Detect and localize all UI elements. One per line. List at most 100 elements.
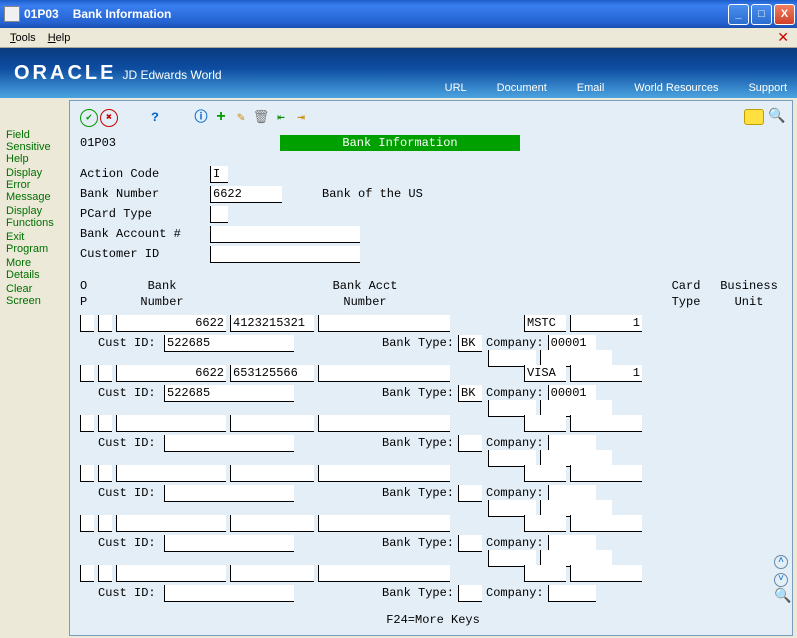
sidebar-item-field-sensitive-help[interactable]: Field Sensitive Help [6,128,63,166]
message-icon[interactable] [744,109,764,125]
link-document[interactable]: Document [497,82,547,94]
close-button[interactable]: X [774,4,795,25]
grid-acct-ext[interactable] [318,565,450,582]
grid-business-unit[interactable] [570,515,642,532]
grid-company[interactable] [548,585,596,602]
grid-x[interactable] [98,415,112,432]
grid-cust-id[interactable] [164,585,294,602]
toolbar: ✔ ✖ ? ⓘ + ✎ 🗑 ⇤ ⇥ 🔍 [80,107,786,129]
label-bank-type: Bank Type: [382,386,454,400]
grid-business-unit[interactable] [570,315,642,332]
grid-card-type[interactable] [524,515,566,532]
scroll-up-icon[interactable]: ˄ [774,555,788,569]
grid-card-type[interactable] [524,365,566,382]
grid-bank-number[interactable] [116,465,226,482]
grid-x[interactable] [98,515,112,532]
scroll-controls: ˄ ˅ 🔍 [774,555,788,605]
grid-cust-id[interactable] [164,335,294,352]
grid-card-type[interactable] [524,565,566,582]
grid-bank-type[interactable] [458,335,482,352]
grid-cust-id[interactable] [164,535,294,552]
edit-icon[interactable]: ✎ [232,109,250,127]
add-icon[interactable]: + [212,109,230,127]
grid-business-unit[interactable] [570,415,642,432]
sidebar-item-exit-program[interactable]: Exit Program [6,230,63,256]
grid-bank-type[interactable] [458,535,482,552]
grid-acct-ext[interactable] [318,415,450,432]
input-customer-id[interactable] [210,246,360,263]
grid-acct-number[interactable] [230,515,314,532]
grid-bank-number[interactable] [116,515,226,532]
grid-card-type[interactable] [524,315,566,332]
maximize-button[interactable]: □ [751,4,772,25]
grid-row [80,463,786,483]
grid-cust-id[interactable] [164,435,294,452]
grid-bank-type[interactable] [458,585,482,602]
grid-x[interactable] [98,565,112,582]
input-pcard-type[interactable] [210,206,228,223]
grid-op[interactable] [80,315,94,332]
grid-bank-number[interactable] [116,315,226,332]
sidebar-item-display-functions[interactable]: Display Functions [6,204,63,230]
link-world-resources[interactable]: World Resources [634,82,718,94]
menu-help[interactable]: Help [42,30,77,46]
grid-acct-ext[interactable] [318,315,450,332]
menu-tools[interactable]: Tools [4,30,42,46]
jde-text: JD Edwards World [122,68,221,82]
search-icon[interactable]: 🔍 [768,109,786,127]
sidebar-item-more-details[interactable]: More Details [6,256,63,282]
sidebar: Field Sensitive Help Display Error Messa… [0,98,69,638]
cancel-icon[interactable]: ✖ [100,109,118,127]
grid-card-type[interactable] [524,465,566,482]
grid-op[interactable] [80,415,94,432]
label-bank-account: Bank Account # [80,227,210,241]
grid-x[interactable] [98,465,112,482]
grid-card-type[interactable] [524,415,566,432]
info-icon[interactable]: ⓘ [192,109,210,127]
link-email[interactable]: Email [577,82,605,94]
sidebar-item-clear-screen[interactable]: Clear Screen [6,282,63,308]
link-url[interactable]: URL [445,82,467,94]
grid-acct-number[interactable] [230,465,314,482]
grid-acct-ext[interactable] [318,365,450,382]
grid-acct-number[interactable] [230,565,314,582]
link-support[interactable]: Support [748,82,787,94]
grid-cust-id[interactable] [164,385,294,402]
grid-op[interactable] [80,365,94,382]
accept-icon[interactable]: ✔ [80,109,98,127]
grid-x[interactable] [98,365,112,382]
grid-bank-type[interactable] [458,435,482,452]
grid-business-unit[interactable] [570,565,642,582]
grid-bank-type[interactable] [458,385,482,402]
grid-bank-type[interactable] [458,485,482,502]
grid-op[interactable] [80,465,94,482]
grid-op[interactable] [80,515,94,532]
grid-acct-number[interactable] [230,365,314,382]
minimize-button[interactable]: _ [728,4,749,25]
export-icon[interactable]: ⇤ [272,109,290,127]
grid-acct-ext[interactable] [318,465,450,482]
menubar: Tools Help ✕ [0,28,797,48]
grid-acct-ext[interactable] [318,515,450,532]
delete-icon[interactable]: 🗑 [252,109,270,127]
input-bank-number[interactable] [210,186,282,203]
grid-business-unit[interactable] [570,465,642,482]
grid-bank-number[interactable] [116,365,226,382]
grid-subrow: Cust ID:Bank Type:Company: [80,433,786,453]
grid-cust-id[interactable] [164,485,294,502]
grid-acct-number[interactable] [230,415,314,432]
zoom-icon[interactable]: 🔍 [774,591,788,605]
grid-x[interactable] [98,315,112,332]
help-icon[interactable]: ? [146,109,164,127]
scroll-down-icon[interactable]: ˅ [774,573,788,587]
col-bank-acct: Bank Acct [230,279,500,295]
grid-op[interactable] [80,565,94,582]
grid-bank-number[interactable] [116,415,226,432]
sidebar-item-display-error-message[interactable]: Display Error Message [6,166,63,204]
input-bank-account[interactable] [210,226,360,243]
input-action-code[interactable] [210,166,228,183]
import-icon[interactable]: ⇥ [292,109,310,127]
grid-business-unit[interactable] [570,365,642,382]
grid-bank-number[interactable] [116,565,226,582]
grid-acct-number[interactable] [230,315,314,332]
